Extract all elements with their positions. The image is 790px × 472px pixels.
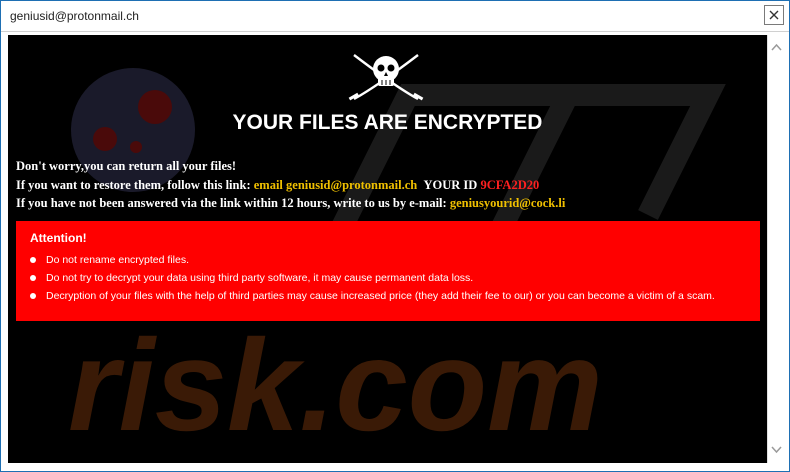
chevron-down-icon[interactable] <box>771 445 782 454</box>
your-id-label: YOUR ID <box>423 178 481 192</box>
chevron-up-icon[interactable] <box>771 43 782 52</box>
fallback-instruction: If you have not been answered via the li… <box>16 196 450 210</box>
bullet-icon <box>30 293 36 299</box>
message-line-2: If you want to restore them, follow this… <box>16 178 539 193</box>
message-line-1: Don't worry,you can return all your file… <box>16 159 237 173</box>
vertical-scrollbar[interactable] <box>767 35 785 463</box>
your-id-value: 9CFA2D20 <box>480 178 540 192</box>
message-line-3: If you have not been answered via the li… <box>16 196 565 211</box>
title-bar: geniusid@protonmail.ch <box>1 1 789 32</box>
note-content: risk.com YOUR FILES ARE ENCRYPTED Don't … <box>8 35 767 463</box>
attention-box: Attention! Do not rename encrypted files… <box>16 221 760 321</box>
restore-instruction: If you want to restore them, follow this… <box>16 178 254 192</box>
attention-item-text: Decryption of your files with the help o… <box>46 290 715 302</box>
attention-item: Do not try to decrypt your data using th… <box>30 272 474 284</box>
contact-email-link[interactable]: email geniusid@protonmail.ch <box>254 178 418 192</box>
watermark-text: risk.com <box>68 312 603 458</box>
attention-item: Decryption of your files with the help o… <box>30 290 715 302</box>
attention-title: Attention! <box>30 231 87 245</box>
ransom-note-window: geniusid@protonmail.ch risk.com YOUR FIL… <box>0 0 790 472</box>
close-icon <box>769 10 779 20</box>
attention-item-text: Do not try to decrypt your data using th… <box>46 272 474 284</box>
headline: YOUR FILES ARE ENCRYPTED <box>232 111 543 134</box>
bullet-icon <box>30 257 36 263</box>
attention-item-text: Do not rename encrypted files. <box>46 254 189 266</box>
fallback-email-link[interactable]: geniusyourid@cock.li <box>450 196 565 210</box>
pirate-skull-crossed-swords-icon <box>348 54 424 101</box>
bullet-icon <box>30 275 36 281</box>
close-button[interactable] <box>764 5 784 25</box>
attention-item: Do not rename encrypted files. <box>30 254 189 266</box>
window-title: geniusid@protonmail.ch <box>10 9 139 23</box>
